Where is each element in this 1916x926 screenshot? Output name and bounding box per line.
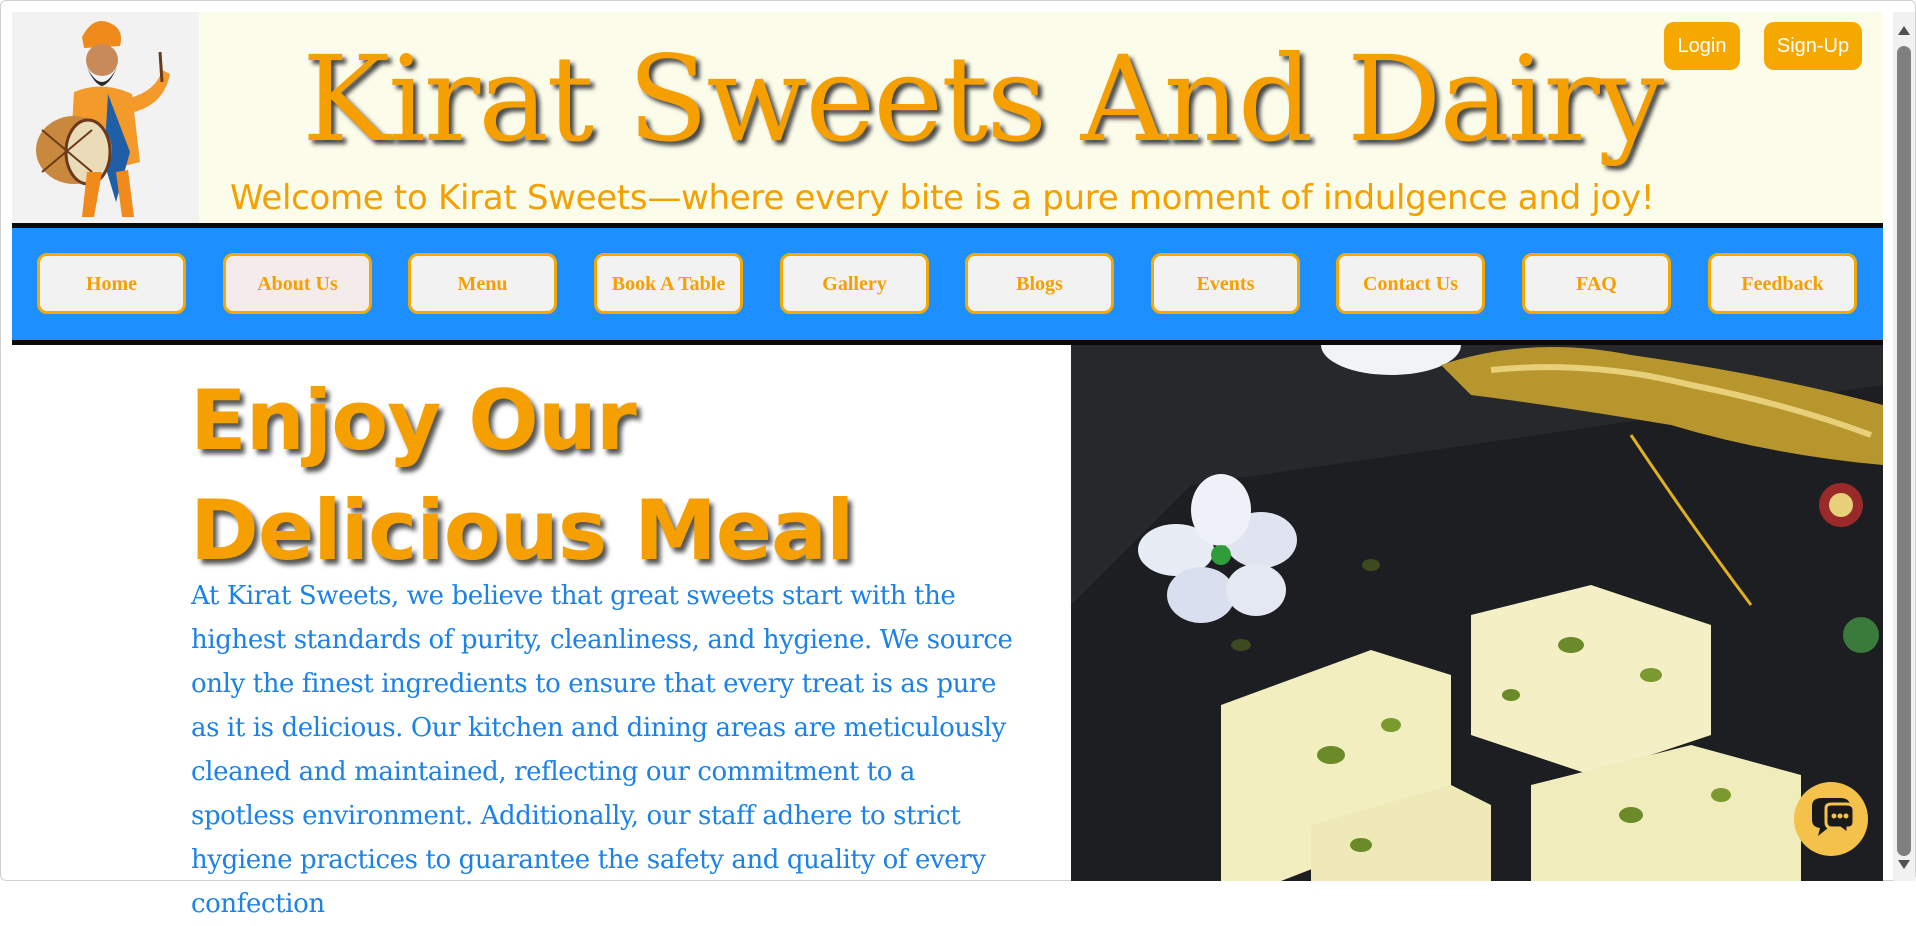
scroll-down-arrow-icon[interactable] — [1898, 860, 1910, 869]
sweets-photo — [1071, 345, 1883, 881]
nav-menu[interactable]: Menu — [408, 253, 557, 314]
chat-bubble-icon — [1812, 798, 1856, 837]
nav-book-a-table[interactable]: Book A Table — [594, 253, 743, 314]
hero-heading-line2: Delicious Meal — [190, 482, 855, 579]
scroll-up-arrow-icon[interactable] — [1898, 26, 1910, 35]
dhol-player-logo[interactable] — [12, 12, 199, 224]
hero-paragraph: At Kirat Sweets, we believe that great s… — [191, 581, 1013, 919]
nav-home[interactable]: Home — [37, 253, 186, 314]
site-tagline: Welcome to Kirat Sweets—where every bite… — [230, 178, 1655, 218]
hero-heading-line1: Enjoy Our — [190, 372, 637, 469]
nav-about-us[interactable]: About Us — [223, 253, 372, 314]
hero-heading: Enjoy Our Delicious Meal — [190, 366, 890, 586]
page-scrollbar[interactable] — [1893, 12, 1915, 881]
site-header: Kirat Sweets And Dairy Welcome to Kirat … — [12, 12, 1883, 224]
nav-gallery[interactable]: Gallery — [780, 253, 929, 314]
nav-events[interactable]: Events — [1151, 253, 1300, 314]
site-title: Kirat Sweets And Dairy — [302, 30, 1665, 168]
nav-faq[interactable]: FAQ — [1522, 253, 1671, 314]
chat-button[interactable] — [1794, 782, 1868, 856]
nav-blogs[interactable]: Blogs — [965, 253, 1114, 314]
main-navigation: Home About Us Menu Book A Table Gallery … — [12, 223, 1883, 345]
scrollbar-thumb[interactable] — [1897, 46, 1911, 856]
nav-contact-us[interactable]: Contact Us — [1336, 253, 1485, 314]
login-button[interactable]: Login — [1664, 22, 1740, 70]
signup-button[interactable]: Sign-Up — [1764, 22, 1862, 70]
nav-feedback[interactable]: Feedback — [1708, 253, 1857, 314]
